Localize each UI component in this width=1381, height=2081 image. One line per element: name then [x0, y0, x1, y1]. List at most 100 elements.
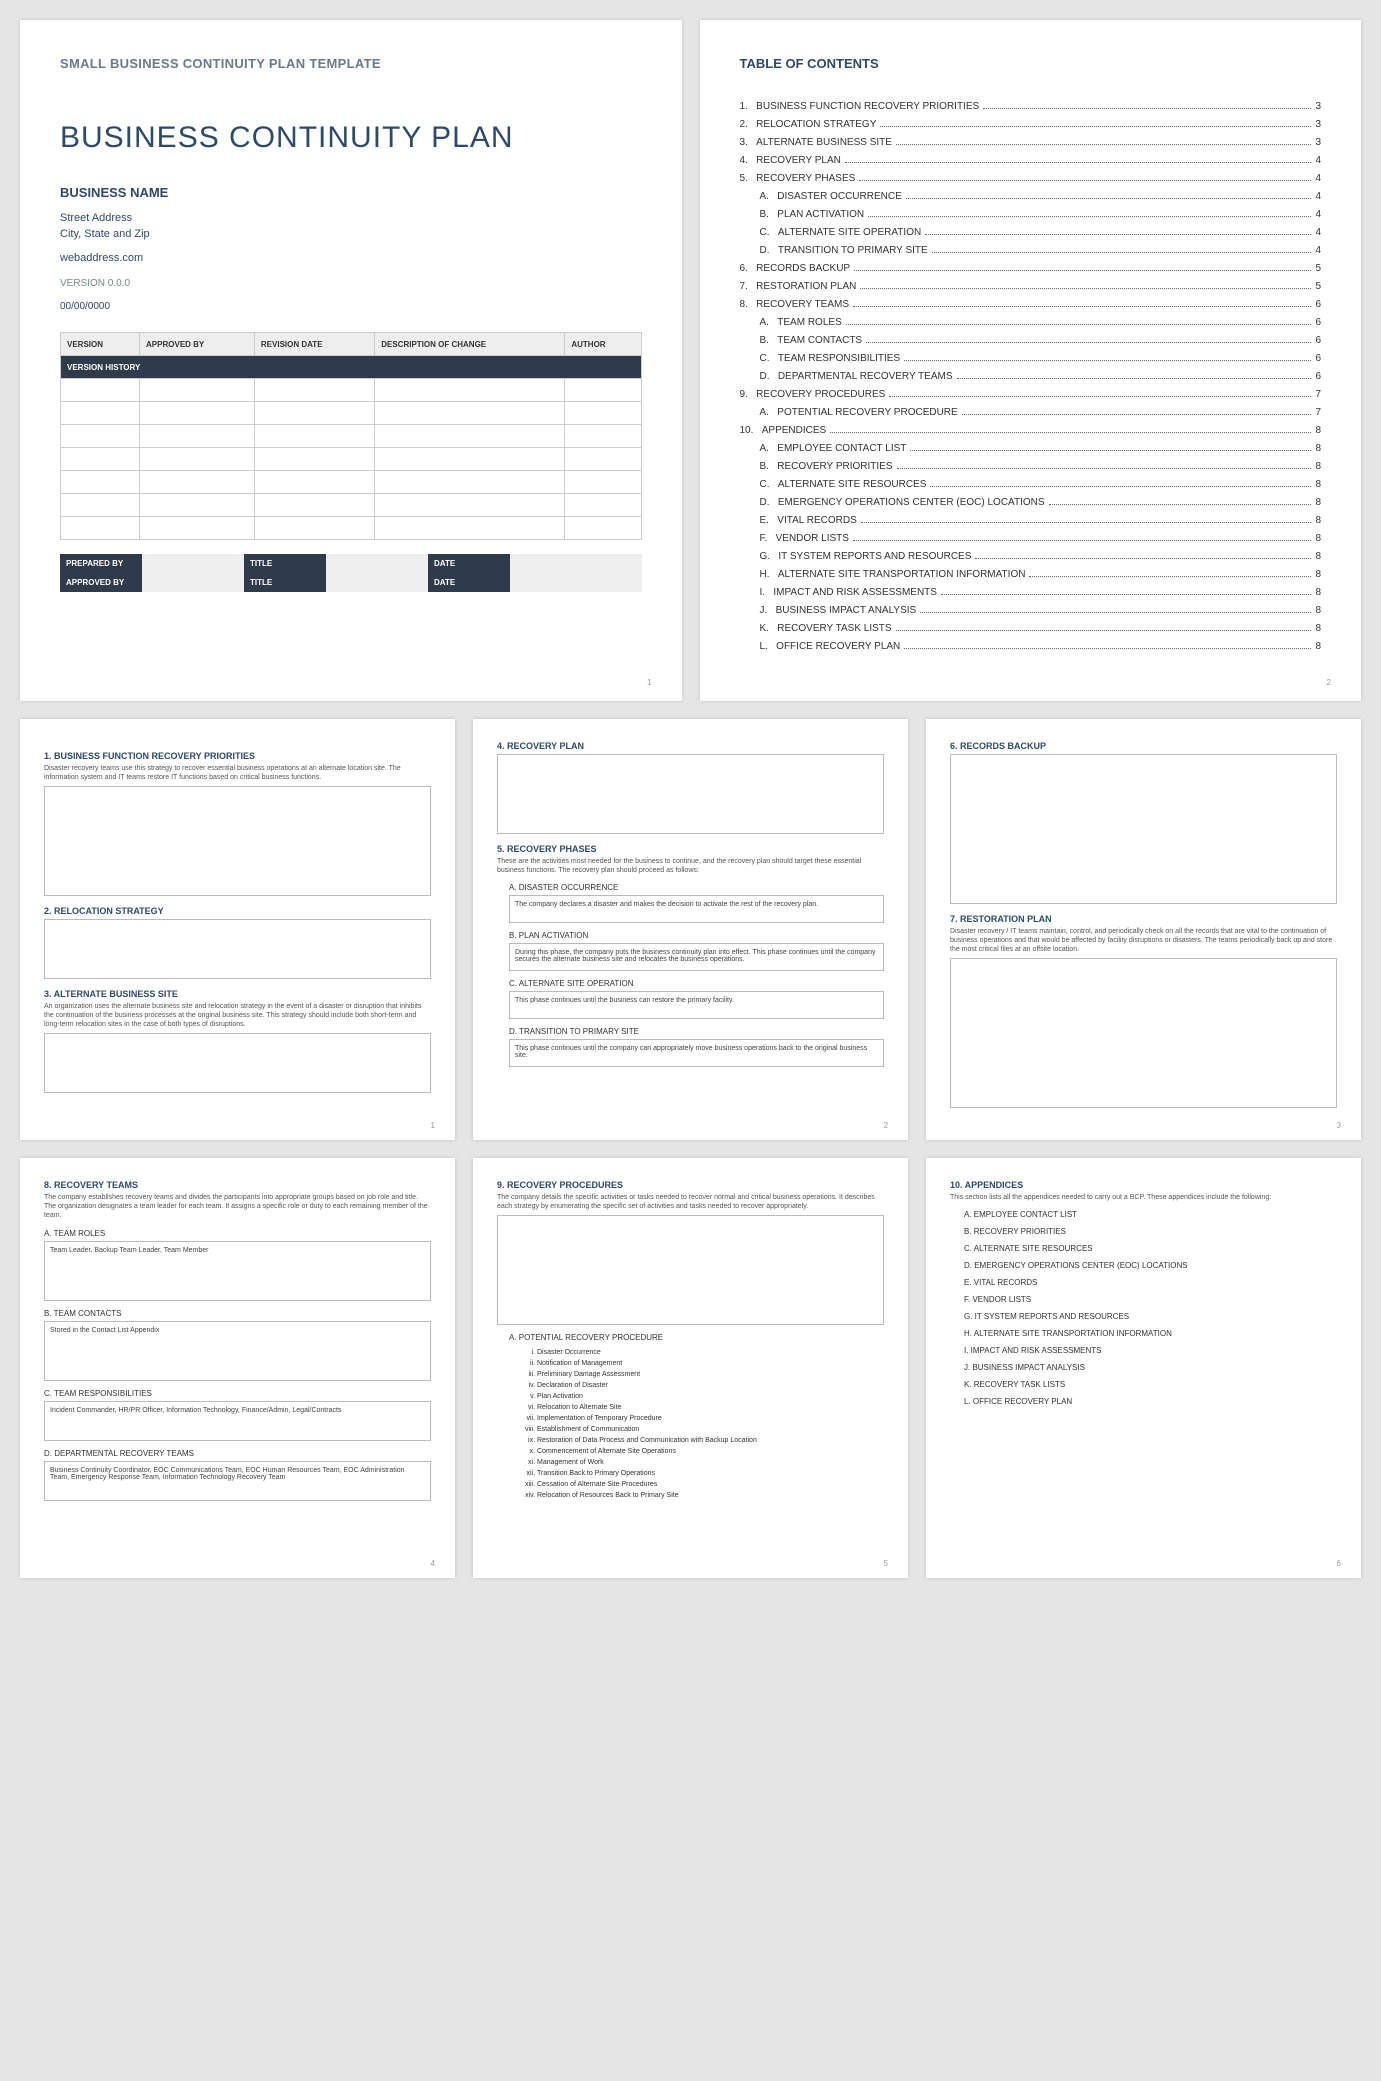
table-row [61, 471, 642, 494]
list-item: F. VENDOR LISTS [964, 1295, 1337, 1304]
toc-entry: 4. RECOVERY PLAN4 [740, 153, 1322, 168]
toc-entry: A. EMPLOYEE CONTACT LIST8 [740, 441, 1322, 456]
list-item: Establishment of Communication [537, 1426, 884, 1433]
list-item: Cessation of Alternate Site Procedures [537, 1481, 884, 1488]
title-label: TITLE [244, 554, 326, 573]
appendix-list: A. EMPLOYEE CONTACT LISTB. RECOVERY PRIO… [950, 1210, 1337, 1406]
version: VERSION 0.0.0 [60, 278, 642, 289]
list-item: Declaration of Disaster [537, 1382, 884, 1389]
list-item: I. IMPACT AND RISK ASSESSMENTS [964, 1346, 1337, 1355]
toc-entry: I. IMPACT AND RISK ASSESSMENTS8 [740, 585, 1322, 600]
sub-dept: D. DEPARTMENTAL RECOVERY TEAMS [44, 1449, 431, 1458]
list-item: Preliminary Damage Assessment [537, 1371, 884, 1378]
heading-bfrp: 1. BUSINESS FUNCTION RECOVERY PRIORITIES [44, 751, 431, 761]
toc-entry: K. RECOVERY TASK LISTS8 [740, 621, 1322, 636]
sub-potential: A. POTENTIAL RECOVERY PROCEDURE [509, 1333, 884, 1342]
toc-entry: B. PLAN ACTIVATION4 [740, 207, 1322, 222]
street-address: Street Address [60, 212, 642, 224]
date-slot-2 [510, 573, 642, 592]
box-disaster: The company declares a disaster and make… [509, 895, 884, 923]
toc-entry: B. TEAM CONTACTS6 [740, 333, 1322, 348]
list-item: B. RECOVERY PRIORITIES [964, 1227, 1337, 1236]
box-records [950, 754, 1337, 904]
col-author: AUTHOR [565, 333, 641, 356]
toc-entry: C. ALTERNATE SITE OPERATION4 [740, 225, 1322, 240]
heading-records: 6. RECORDS BACKUP [950, 741, 1337, 751]
toc-list: 1. BUSINESS FUNCTION RECOVERY PRIORITIES… [740, 99, 1322, 654]
sub-planact: B. PLAN ACTIVATION [509, 931, 884, 940]
box-bfrp [44, 786, 431, 896]
toc-entry: D. EMERGENCY OPERATIONS CENTER (EOC) LOC… [740, 495, 1322, 510]
list-item: Relocation of Resources Back to Primary … [537, 1492, 884, 1499]
template-name: SMALL BUSINESS CONTINUITY PLAN TEMPLATE [60, 56, 642, 71]
list-item: Commencement of Alternate Site Operation… [537, 1448, 884, 1455]
col-approved: APPROVED BY [140, 333, 255, 356]
toc-entry: 8. RECOVERY TEAMS6 [740, 297, 1322, 312]
page-number: 2 [1327, 678, 1331, 687]
toc-entry: L. OFFICE RECOVERY PLAN8 [740, 639, 1322, 654]
page-4: 4. RECOVERY PLAN 5. RECOVERY PHASES Thes… [473, 719, 908, 1140]
list-item: Plan Activation [537, 1393, 884, 1400]
desc-recproc: The company details the specific activit… [497, 1193, 884, 1211]
prepared-by-label: PREPARED BY [60, 554, 142, 573]
signoff-table: PREPARED BY TITLE DATE APPROVED BY TITLE… [60, 554, 642, 592]
box-resp: Incident Commander, HR/PR Officer, Infor… [44, 1401, 431, 1441]
toc-entry: C. ALTERNATE SITE RESOURCES8 [740, 477, 1322, 492]
list-item: Transition Back to Primary Operations [537, 1470, 884, 1477]
desc-recteams: The company establishes recovery teams a… [44, 1193, 431, 1220]
date-slot [510, 554, 642, 573]
date-label-2: DATE [428, 573, 510, 592]
page-number: 1 [431, 1121, 435, 1130]
page-3: 1. BUSINESS FUNCTION RECOVERY PRIORITIES… [20, 719, 455, 1140]
list-item: G. IT SYSTEM REPORTS AND RESOURCES [964, 1312, 1337, 1321]
web-address: webaddress.com [60, 252, 642, 264]
page-toc: TABLE OF CONTENTS 1. BUSINESS FUNCTION R… [700, 20, 1362, 701]
procedure-steps: Disaster OccurrenceNotification of Manag… [497, 1349, 884, 1499]
list-item: J. BUSINESS IMPACT ANALYSIS [964, 1363, 1337, 1372]
list-item: Management of Work [537, 1459, 884, 1466]
heading-restore: 7. RESTORATION PLAN [950, 914, 1337, 924]
toc-entry: J. BUSINESS IMPACT ANALYSIS8 [740, 603, 1322, 618]
prepared-by-slot [142, 554, 244, 573]
toc-entry: D. TRANSITION TO PRIMARY SITE4 [740, 243, 1322, 258]
version-history-header: VERSION HISTORY [61, 356, 642, 379]
heading-recproc: 9. RECOVERY PROCEDURES [497, 1180, 884, 1190]
toc-entry: 2. RELOCATION STRATEGY3 [740, 117, 1322, 132]
doc-title: BUSINESS CONTINUITY PLAN [60, 121, 642, 155]
page-cover: SMALL BUSINESS CONTINUITY PLAN TEMPLATE … [20, 20, 682, 701]
toc-entry: D. DEPARTMENTAL RECOVERY TEAMS6 [740, 369, 1322, 384]
page-6: 8. RECOVERY TEAMS The company establishe… [20, 1158, 455, 1578]
page-5: 6. RECORDS BACKUP 7. RESTORATION PLAN Di… [926, 719, 1361, 1140]
toc-entry: A. POTENTIAL RECOVERY PROCEDURE7 [740, 405, 1322, 420]
box-recplan [497, 754, 884, 834]
toc-entry: A. TEAM ROLES6 [740, 315, 1322, 330]
box-restore [950, 958, 1337, 1108]
table-row [61, 494, 642, 517]
list-item: Implementation of Temporary Procedure [537, 1415, 884, 1422]
col-desc: DESCRIPTION OF CHANGE [375, 333, 565, 356]
col-version: VERSION [61, 333, 140, 356]
toc-entry: B. RECOVERY PRIORITIES8 [740, 459, 1322, 474]
title-label-2: TITLE [244, 573, 326, 592]
page-number: 6 [1337, 1559, 1341, 1568]
list-item: E. VITAL RECORDS [964, 1278, 1337, 1287]
box-roles: Team Leader, Backup Team Leader, Team Me… [44, 1241, 431, 1301]
doc-date: 00/00/0000 [60, 301, 642, 312]
table-row [61, 517, 642, 540]
table-row [61, 379, 642, 402]
table-row [61, 425, 642, 448]
sub-transition: D. TRANSITION TO PRIMARY SITE [509, 1027, 884, 1036]
box-planact: During this phase, the company puts the … [509, 943, 884, 971]
table-row [61, 402, 642, 425]
toc-entry: A. DISASTER OCCURRENCE4 [740, 189, 1322, 204]
toc-entry: 10. APPENDICES8 [740, 423, 1322, 438]
list-item: H. ALTERNATE SITE TRANSPORTATION INFORMA… [964, 1329, 1337, 1338]
desc-recphases: These are the activities most needed for… [497, 857, 884, 875]
toc-entry: 1. BUSINESS FUNCTION RECOVERY PRIORITIES… [740, 99, 1322, 114]
desc-restore: Disaster recovery / IT teams maintain, c… [950, 927, 1337, 954]
list-item: Notification of Management [537, 1360, 884, 1367]
table-row [61, 448, 642, 471]
title-slot-2 [326, 573, 428, 592]
toc-entry: G. IT SYSTEM REPORTS AND RESOURCES8 [740, 549, 1322, 564]
box-contacts: Stored in the Contact List Appendix [44, 1321, 431, 1381]
